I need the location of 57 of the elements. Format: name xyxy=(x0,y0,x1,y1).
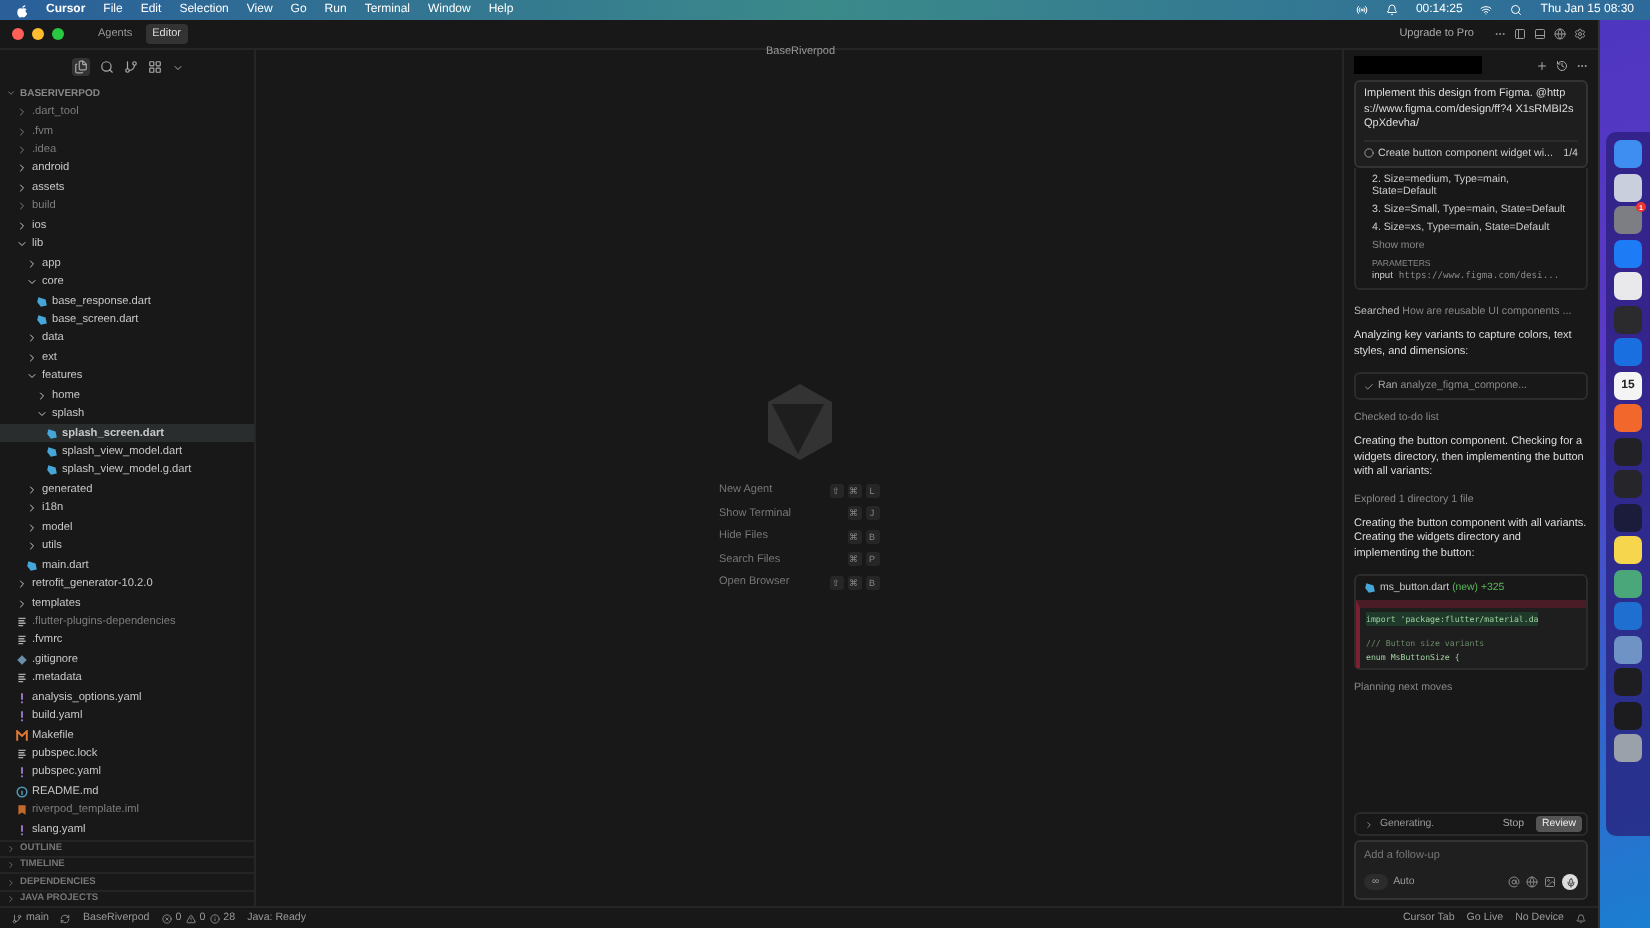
redaction-bar xyxy=(1354,56,1482,74)
app-icon[interactable] xyxy=(1614,536,1642,564)
exclamation-icon xyxy=(16,766,28,779)
chevron-right-icon xyxy=(36,389,48,402)
exclamation-icon xyxy=(16,710,28,723)
m-shape-icon xyxy=(16,729,28,742)
chevron-down-icon xyxy=(36,408,48,421)
history-icon[interactable] xyxy=(1556,59,1568,71)
panel-toggle-icon[interactable] xyxy=(1534,28,1546,40)
chevron-down-icon[interactable] xyxy=(171,61,183,73)
mention-icon[interactable] xyxy=(1508,876,1520,888)
globe-icon[interactable] xyxy=(1554,28,1566,40)
text-file-icon xyxy=(16,615,28,628)
close-button[interactable] xyxy=(12,28,24,40)
record-button[interactable] xyxy=(1562,874,1578,890)
app-icon[interactable] xyxy=(1614,272,1642,300)
chevron-down-icon xyxy=(6,88,16,99)
circle-icon xyxy=(1364,148,1374,158)
chevron-down-icon xyxy=(26,276,38,289)
plus-icon[interactable] xyxy=(1536,59,1548,71)
info-icon xyxy=(209,913,220,923)
exclamation-icon xyxy=(16,691,28,704)
zoom-button[interactable] xyxy=(52,28,64,40)
dart-file-icon xyxy=(1364,582,1376,594)
wifi-icon[interactable] xyxy=(1480,4,1493,16)
branch-icon xyxy=(12,913,22,923)
text-file-icon xyxy=(16,748,28,761)
explorer-tab[interactable] xyxy=(71,58,89,76)
chevron-down-icon xyxy=(16,238,28,251)
bookmark-file-icon xyxy=(16,804,28,817)
bell-icon[interactable] xyxy=(1576,913,1586,923)
settings-icon[interactable] xyxy=(1574,28,1586,40)
check-icon xyxy=(1364,381,1374,391)
exclamation-icon xyxy=(16,823,28,836)
minimize-button[interactable] xyxy=(32,28,44,40)
warning-icon xyxy=(185,913,196,923)
app-icon[interactable] xyxy=(1614,173,1642,201)
info-icon xyxy=(16,785,28,798)
source-control-icon[interactable] xyxy=(123,60,137,74)
text-file-icon xyxy=(16,672,28,685)
chevron-right-icon xyxy=(26,257,38,270)
broadcast-icon[interactable] xyxy=(1355,4,1368,16)
image-icon[interactable] xyxy=(1544,876,1556,888)
diamond-icon xyxy=(16,653,28,666)
error-icon xyxy=(161,913,172,923)
dart-file-icon xyxy=(26,559,38,572)
text-file-icon xyxy=(16,634,28,647)
chevron-right-icon xyxy=(1364,819,1374,829)
extensions-icon[interactable] xyxy=(147,60,161,74)
sync-icon[interactable] xyxy=(60,913,71,923)
cube-logo-icon xyxy=(763,382,835,462)
sidebar-toggle-icon[interactable] xyxy=(1514,28,1526,40)
globe-icon[interactable] xyxy=(1526,876,1538,888)
apple-logo-icon[interactable] xyxy=(16,3,28,17)
chevron-down-icon xyxy=(26,370,38,383)
app-icon[interactable] xyxy=(1614,734,1642,762)
search-icon[interactable] xyxy=(99,60,113,74)
